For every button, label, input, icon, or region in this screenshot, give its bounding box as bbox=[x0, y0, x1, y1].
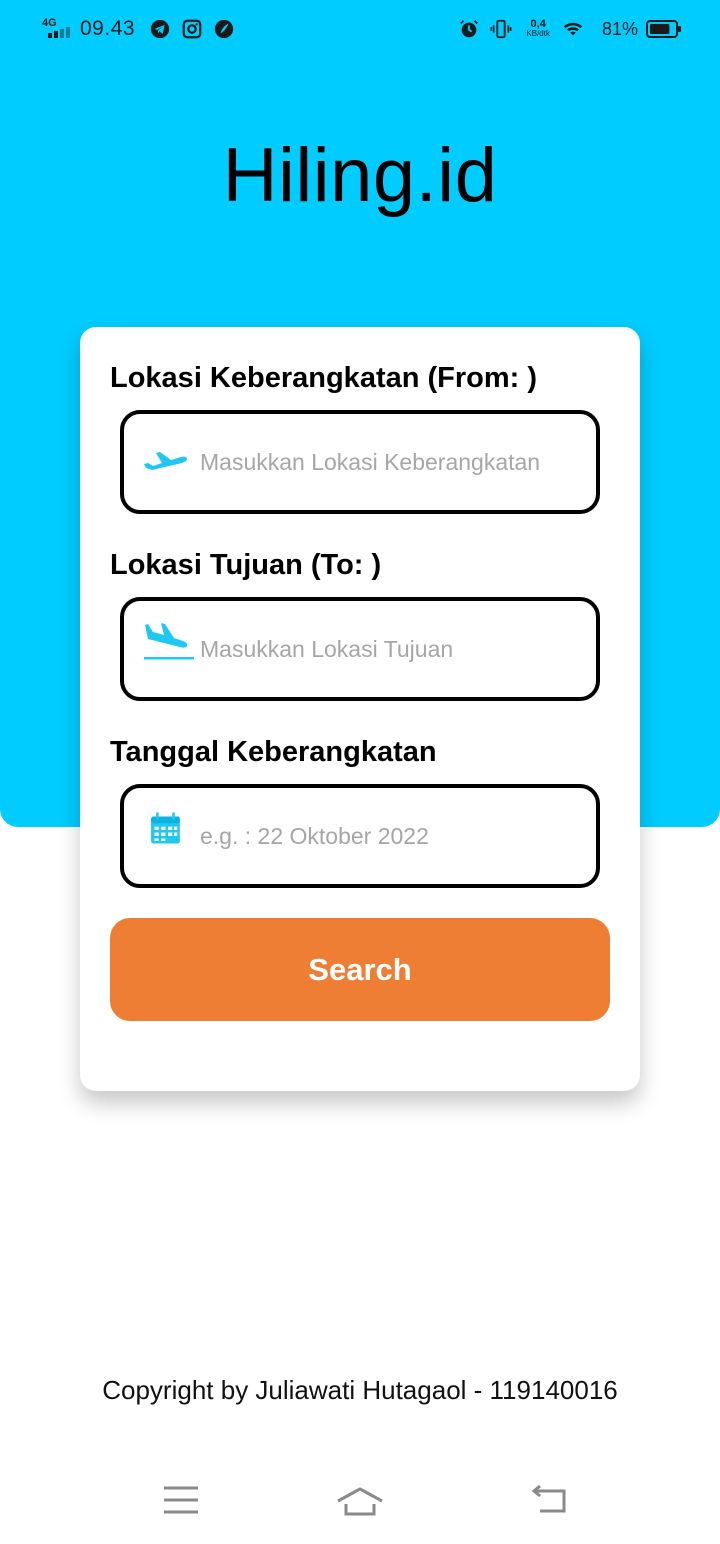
battery-percent: 81% bbox=[601, 18, 638, 39]
to-input[interactable] bbox=[200, 631, 590, 667]
alarm-icon bbox=[460, 20, 479, 38]
status-time: 09.43 bbox=[80, 17, 136, 40]
date-label: Tanggal Keberangkatan bbox=[110, 736, 437, 768]
home-icon[interactable] bbox=[335, 1480, 385, 1520]
airplane-landing-icon bbox=[144, 623, 194, 660]
network-speed: 0,4 KB/dtk bbox=[526, 18, 550, 39]
cellular-signal-icon: 4G bbox=[40, 16, 74, 42]
search-form-card: Lokasi Keberangkatan (From: ) Lokasi Tuj… bbox=[80, 327, 640, 1091]
search-button[interactable]: Search bbox=[110, 918, 610, 1021]
telegram-icon bbox=[150, 19, 170, 39]
menu-icon[interactable] bbox=[156, 1480, 206, 1520]
to-field[interactable] bbox=[120, 597, 600, 701]
from-input[interactable] bbox=[200, 444, 590, 480]
status-bar: 4G 09.43 0,4 KB/dtk 81% bbox=[0, 0, 720, 58]
battery-icon bbox=[646, 20, 681, 38]
network-type: 4G bbox=[42, 17, 57, 29]
app-title: Hiling.id bbox=[222, 133, 498, 218]
from-label: Lokasi Keberangkatan (From: ) bbox=[110, 362, 538, 394]
date-input[interactable] bbox=[200, 818, 590, 854]
wifi-icon bbox=[563, 22, 583, 36]
instagram-icon bbox=[182, 19, 202, 39]
copyright-text: Copyright by Juliawati Hutagaol - 119140… bbox=[102, 1375, 618, 1405]
navigation-bar bbox=[0, 1470, 720, 1540]
from-field[interactable] bbox=[120, 410, 600, 514]
to-label: Lokasi Tujuan (To: ) bbox=[110, 549, 382, 581]
date-field[interactable] bbox=[120, 784, 600, 888]
airplane-takeoff-icon bbox=[144, 452, 187, 470]
vibrate-icon bbox=[490, 19, 512, 39]
calendar-icon bbox=[151, 812, 180, 844]
app-icon bbox=[214, 19, 234, 39]
back-icon[interactable] bbox=[524, 1480, 574, 1520]
